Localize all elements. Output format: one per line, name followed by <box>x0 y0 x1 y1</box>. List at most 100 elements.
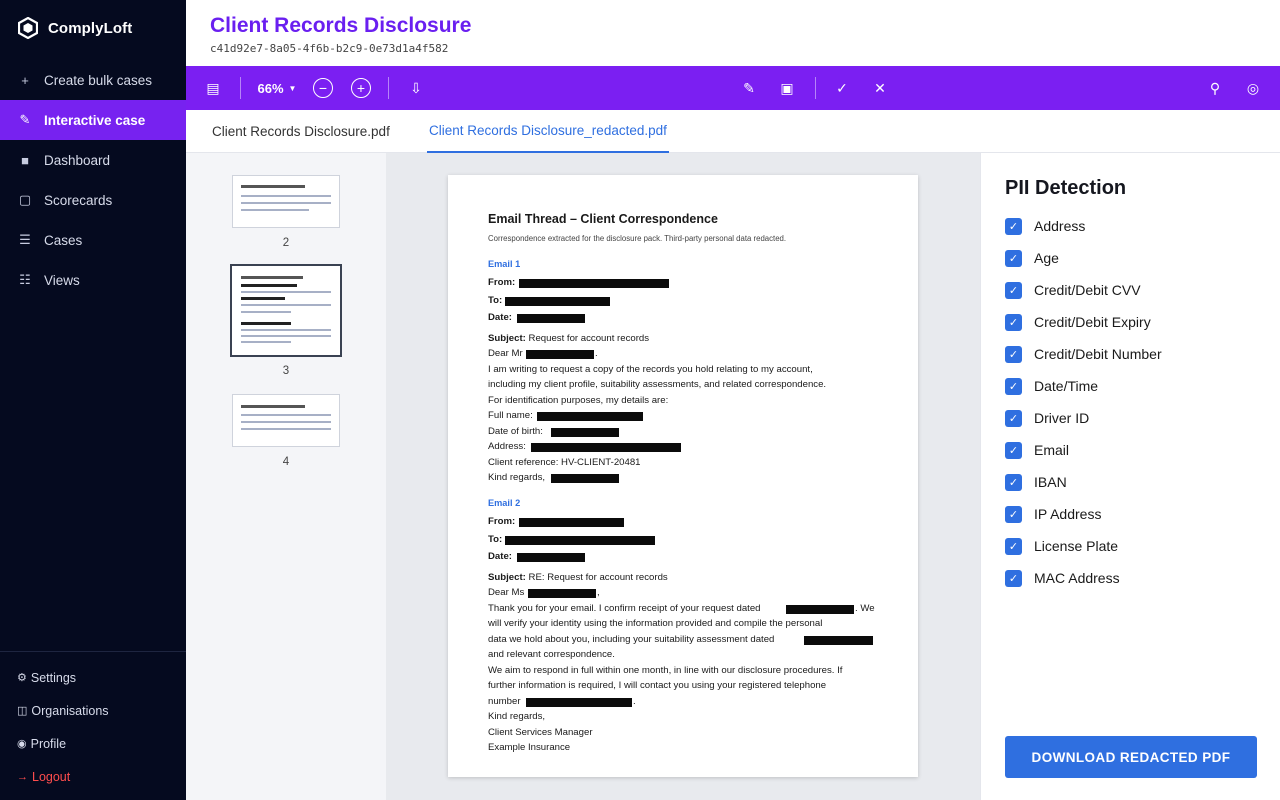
checkbox-checked-icon[interactable]: ✓ <box>1005 217 1022 235</box>
nav-item-dashboard[interactable]: ■ Dashboard <box>0 140 186 180</box>
pii-checkbox-row[interactable]: ✓ Date/Time <box>1005 376 1098 396</box>
pii-checkbox-row[interactable]: ✓ Credit/Debit CVV <box>1005 280 1141 300</box>
pii-checkbox-row[interactable]: ✓ IBAN <box>1005 472 1067 492</box>
checkbox-checked-icon[interactable]: ✓ <box>1005 537 1022 555</box>
zoom-out-button[interactable]: − <box>312 66 334 110</box>
pin-icon[interactable]: ⚲ <box>1204 66 1226 110</box>
reject-x-icon[interactable]: ✕ <box>869 66 891 110</box>
checkbox-checked-icon[interactable]: ✓ <box>1005 409 1022 427</box>
pii-category-label: Email <box>1034 442 1070 458</box>
body-line: data we hold about you, including your s… <box>488 634 775 645</box>
redaction-box[interactable] <box>551 428 619 437</box>
checkbox-checked-icon[interactable]: ✓ <box>1005 345 1022 363</box>
sidebar-toggle-icon[interactable]: ▤ <box>202 66 224 110</box>
pii-checkbox-row[interactable]: ✓ License Plate <box>1005 536 1118 556</box>
target-icon[interactable]: ◎ <box>1242 66 1264 110</box>
pii-category-label: Credit/Debit Number <box>1034 346 1162 362</box>
pii-checkbox-row[interactable]: ✓ Credit/Debit Expiry <box>1005 312 1151 332</box>
tab-redacted-pdf[interactable]: Client Records Disclosure_redacted.pdf <box>427 110 669 153</box>
pii-checkbox-row[interactable]: ✓ IP Address <box>1005 504 1101 524</box>
subject-text: Request for account records <box>528 333 650 344</box>
redaction-box[interactable] <box>519 279 669 288</box>
redaction-box[interactable] <box>517 553 585 562</box>
nav-item-scorecards[interactable]: ▢ Scorecards <box>0 180 186 220</box>
pencil-icon[interactable]: ✎ <box>738 66 760 110</box>
pii-checkbox-row[interactable]: ✓ Email <box>1005 440 1069 460</box>
redaction-box[interactable] <box>505 536 655 545</box>
settings-link[interactable]: ⚙ Settings <box>0 661 186 694</box>
thumbnail-page-3[interactable] <box>230 264 342 357</box>
pii-checkbox-row[interactable]: ✓ Age <box>1005 248 1059 268</box>
checkbox-checked-icon[interactable]: ✓ <box>1005 377 1022 395</box>
pii-checkbox-row[interactable]: ✓ Address <box>1005 216 1085 236</box>
page-title: Client Records Disclosure <box>210 14 472 37</box>
nav-label: Dashboard <box>44 152 111 168</box>
checkbox-checked-icon[interactable]: ✓ <box>1005 281 1022 299</box>
viewer-toolbar: ▤ 66% ▼ − + ⇩ ✎ ▣ ✓ ✕ ⚲ ◎ <box>186 66 1280 110</box>
nav-label: Create bulk cases <box>44 72 153 88</box>
nav-item-interactive-case[interactable]: ✎ Interactive case <box>0 100 186 140</box>
subject-line: Subject: Request for account records <box>488 334 649 344</box>
checkbox-checked-icon[interactable]: ✓ <box>1005 249 1022 267</box>
profile-icon: ◉ <box>17 738 27 750</box>
pii-checkbox-row[interactable]: ✓ Driver ID <box>1005 408 1089 428</box>
nav-item-create-bulk-cases[interactable]: + Create bulk cases <box>0 60 186 100</box>
toolbar-divider <box>240 77 241 99</box>
email-1-heading: Email 1 <box>488 259 521 269</box>
download-arrow-icon[interactable]: ⇩ <box>405 66 427 110</box>
pii-checkbox-row[interactable]: ✓ MAC Address <box>1005 568 1120 588</box>
checkbox-checked-icon[interactable]: ✓ <box>1005 441 1022 459</box>
scorecard-icon: ▢ <box>18 192 32 207</box>
nav-label: Cases <box>44 232 83 248</box>
thumbnail-page-2[interactable] <box>232 175 340 228</box>
download-redacted-pdf-button[interactable]: DOWNLOAD REDACTED PDF <box>1005 736 1257 778</box>
email-2-heading: Email 2 <box>488 498 521 508</box>
app-logo[interactable]: ComplyLoft <box>18 16 132 40</box>
toolbar-divider <box>388 77 389 99</box>
punctuation: . <box>595 348 598 359</box>
redaction-box[interactable] <box>528 589 596 598</box>
redaction-box[interactable] <box>531 443 681 452</box>
sidebar-nav: + Create bulk cases ✎ Interactive case ■… <box>0 60 186 300</box>
profile-link[interactable]: ◉ Profile <box>0 727 186 760</box>
body-line: Thank you for your email. I confirm rece… <box>488 603 761 614</box>
pii-category-label: IP Address <box>1034 506 1102 522</box>
redaction-box[interactable] <box>551 474 619 483</box>
checkbox-checked-icon[interactable]: ✓ <box>1005 505 1022 523</box>
body-line: will verify your identity using the info… <box>488 618 823 629</box>
checkbox-checked-icon[interactable]: ✓ <box>1005 473 1022 491</box>
sidebar: ComplyLoft + Create bulk cases ✎ Interac… <box>0 0 186 800</box>
zoom-in-icon: + <box>351 78 371 98</box>
pii-checkbox-row[interactable]: ✓ Credit/Debit Number <box>1005 344 1162 364</box>
nav-label: Scorecards <box>44 192 113 208</box>
plus-icon: + <box>21 72 29 88</box>
redaction-box[interactable] <box>526 350 594 359</box>
redaction-box[interactable] <box>505 297 610 306</box>
thumbnail-page-4[interactable] <box>232 394 340 447</box>
body-line: number <box>488 696 521 707</box>
pdf-page: Email Thread – Client Correspondence Cor… <box>448 175 918 777</box>
nav-item-views[interactable]: ☷ Views <box>0 260 186 300</box>
tab-original-pdf[interactable]: Client Records Disclosure.pdf <box>212 110 390 153</box>
document-viewer: Email Thread – Client Correspondence Cor… <box>386 153 980 800</box>
pii-category-label: Age <box>1034 250 1059 266</box>
body-line: further information is required, I will … <box>488 680 827 691</box>
redaction-box[interactable] <box>519 518 624 527</box>
redaction-box[interactable] <box>517 314 585 323</box>
date-label: Date: <box>488 312 512 323</box>
accept-check-icon[interactable]: ✓ <box>831 66 853 110</box>
logout-link[interactable]: → Logout <box>0 760 186 793</box>
nav-item-cases[interactable]: ☰ Cases <box>0 220 186 260</box>
pii-category-label: Address <box>1034 218 1086 234</box>
punctuation: , <box>597 587 600 598</box>
redaction-box[interactable] <box>537 412 643 421</box>
box-select-icon[interactable]: ▣ <box>776 66 798 110</box>
checkbox-checked-icon[interactable]: ✓ <box>1005 313 1022 331</box>
redaction-box[interactable] <box>526 698 632 707</box>
zoom-in-button[interactable]: + <box>350 66 372 110</box>
checkbox-checked-icon[interactable]: ✓ <box>1005 569 1022 587</box>
redaction-box[interactable] <box>786 605 854 614</box>
organisations-link[interactable]: ◫ Organisations <box>0 694 186 727</box>
zoom-select[interactable]: 66% ▼ <box>256 66 298 110</box>
redaction-box[interactable] <box>804 636 873 645</box>
